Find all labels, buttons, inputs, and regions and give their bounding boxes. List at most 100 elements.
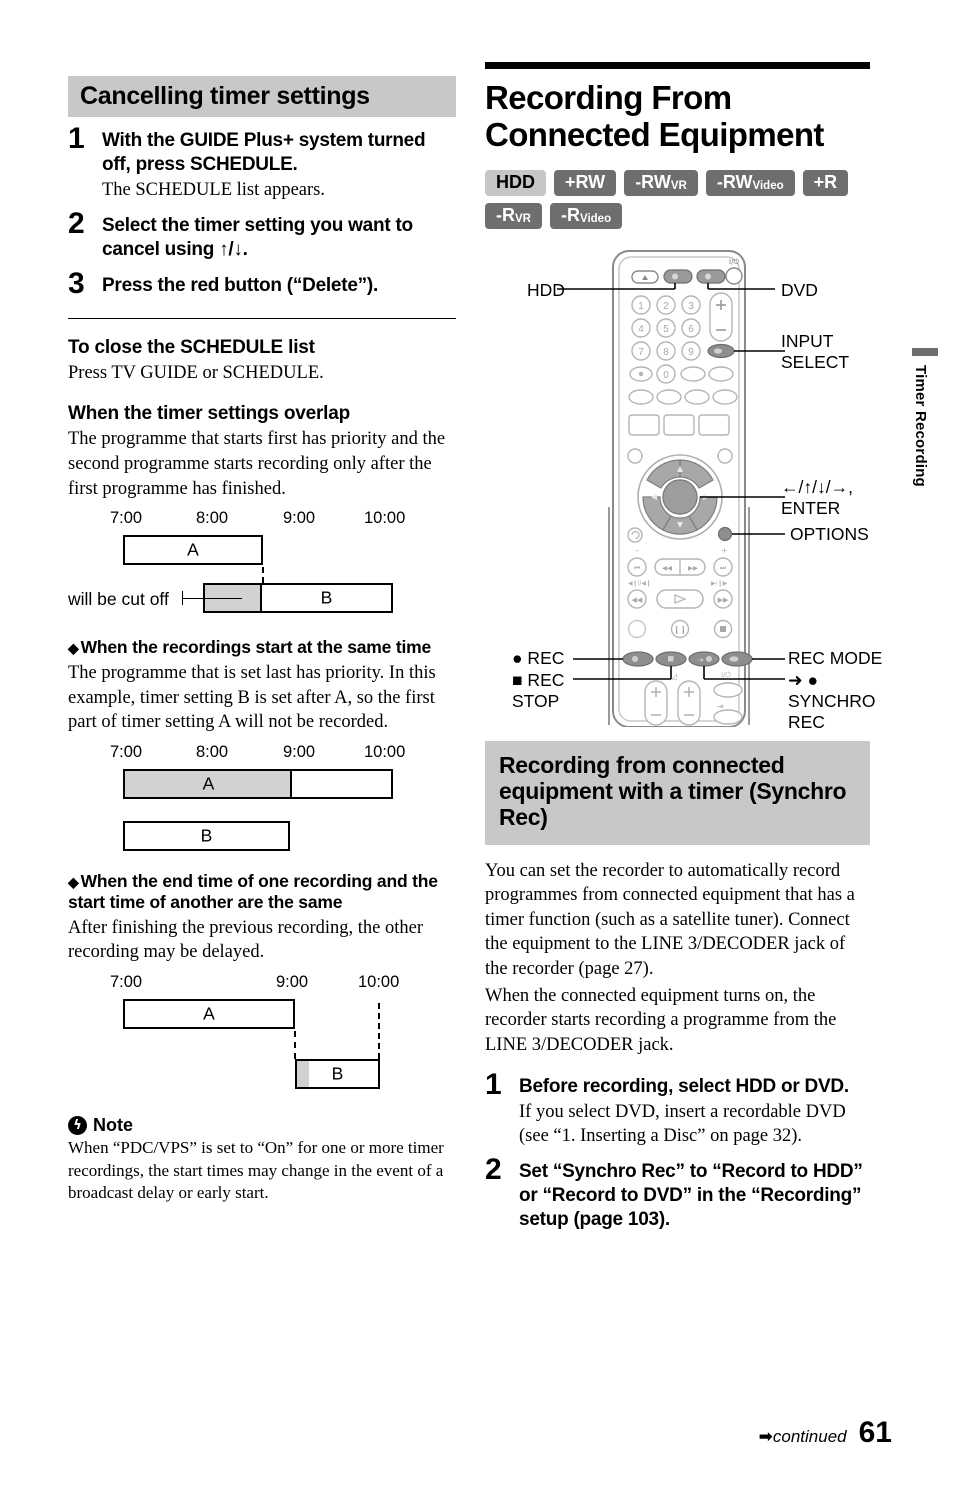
svg-text:◀◀: ◀◀ <box>662 564 672 572</box>
timeline-labels: 7:00 8:00 9:00 10:00 <box>68 509 456 531</box>
diagram-overlap: 7:00 8:00 9:00 10:00 A B will be cut off <box>68 509 456 621</box>
svg-text:▶▶: ▶▶ <box>718 596 729 604</box>
synchro-body-2: When the connected equipment turns on, t… <box>485 985 837 1055</box>
step-number: 1 <box>68 122 85 155</box>
dashed-connector <box>378 1003 380 1060</box>
step-heading: Select the timer setting you want to can… <box>102 214 413 260</box>
svg-text:4: 4 <box>638 324 644 335</box>
callout-dvd: DVD <box>781 280 818 301</box>
timer-bar-b: B <box>295 1059 380 1090</box>
tick-label: 8:00 <box>196 509 229 528</box>
dashed-connector <box>262 567 264 584</box>
step-item: 2 Select the timer setting you want to c… <box>68 206 456 262</box>
svg-text:0: 0 <box>663 370 669 381</box>
callout-rec-mode: REC MODE <box>788 648 883 669</box>
callout-options: OPTIONS <box>790 524 869 545</box>
timer-bar-a: A <box>123 768 393 799</box>
step-item: 2 Set “Synchro Rec” to “Record to HDD” o… <box>485 1153 870 1232</box>
tick-label: 9:00 <box>283 742 316 761</box>
same-end-body: After finishing the previous recording, … <box>68 917 423 963</box>
tick-label: 7:00 <box>110 973 143 992</box>
badge-minus-r-video: -RVideo <box>549 203 623 230</box>
svg-text:+: + <box>721 546 728 555</box>
title-rule <box>485 62 870 69</box>
callout-input-select: INPUT SELECT <box>781 331 850 373</box>
svg-text:5: 5 <box>663 324 669 335</box>
svg-text:◀❙I/◀❙: ◀❙I/◀❙ <box>628 580 651 587</box>
close-schedule-body: Press TV GUIDE or SCHEDULE. <box>68 362 324 383</box>
svg-text:❙❙: ❙❙ <box>673 625 686 634</box>
bar-label: B <box>320 587 333 608</box>
bar-label: B <box>331 1063 344 1084</box>
diamond-bullet-icon: ◆ <box>68 873 79 890</box>
timer-bar-a: A <box>123 999 295 1030</box>
timer-bar-a: A <box>123 535 263 566</box>
page-number: 61 <box>858 1416 892 1449</box>
badge-plus-r: +R <box>802 169 849 196</box>
badge-minus-rw-video: -RWVideo <box>705 169 795 196</box>
note-icon: ϟ <box>68 1116 87 1136</box>
step-number: 2 <box>68 206 85 240</box>
tick-label: 10:00 <box>364 509 406 528</box>
badge-minus-r-vr: -RVR <box>485 203 542 230</box>
side-tab-timer-recording: Timer Recording <box>912 348 938 487</box>
svg-text:9: 9 <box>688 347 694 358</box>
tick-label: 7:00 <box>110 509 143 528</box>
svg-text:6: 6 <box>688 324 694 335</box>
tick-label: 9:00 <box>276 973 309 992</box>
same-start-heading: ◆ When the recordings start at the same t… <box>68 637 432 658</box>
callout-rec-stop: ■ REC STOP <box>512 670 565 712</box>
note-body: When “PDC/VPS” is set to “On” for one or… <box>68 1138 444 1202</box>
diamond-bullet-icon: ◆ <box>68 640 79 657</box>
same-start-body: The programme that is set last has prior… <box>68 663 436 733</box>
note-heading: ϟ Note <box>68 1115 456 1136</box>
svg-text:1: 1 <box>638 301 644 312</box>
svg-text:◀◀: ◀◀ <box>632 596 643 604</box>
svg-text:▶/❙▶: ▶/❙▶ <box>711 580 728 587</box>
step-heading: Set “Synchro Rec” to “Record to HDD” or … <box>519 1161 863 1231</box>
timer-bar-b: B <box>123 820 290 851</box>
step-heading: With the GUIDE Plus+ system turned off, … <box>102 130 426 175</box>
close-schedule-heading: To close the SCHEDULE list <box>68 336 315 358</box>
svg-text:⏮: ⏮ <box>634 564 640 572</box>
bar-label: A <box>203 1003 215 1024</box>
step-number: 3 <box>68 266 85 300</box>
svg-text:⏭: ⏭ <box>720 564 727 572</box>
diagram-same-end: 7:00 9:00 10:00 A B <box>68 973 456 1093</box>
step-heading: Before recording, select HDD or DVD. <box>519 1076 849 1098</box>
step-subtext: The SCHEDULE list appears. <box>102 179 325 200</box>
svg-text:▶▶: ▶▶ <box>688 564 698 572</box>
bar-label: A <box>202 773 215 794</box>
diagram-same-start: 7:00 8:00 9:00 10:00 A B <box>68 743 456 855</box>
badge-row: -RVR -RVideo <box>485 203 870 230</box>
continued-indicator: ➡continued <box>758 1427 847 1447</box>
step-heading: Press the red button (“Delete”). <box>102 274 378 296</box>
svg-text:2: 2 <box>663 301 669 312</box>
timeline-labels: 7:00 8:00 9:00 10:00 <box>68 743 456 765</box>
svg-text:I/⏻: I/⏻ <box>729 258 739 266</box>
bar-label: A <box>187 539 199 560</box>
svg-text:➜: ➜ <box>698 656 704 664</box>
synchro-body-1: You can set the recorder to automaticall… <box>485 860 855 980</box>
remote-control-diagram: I/⏻ 123 456 789 0 – + ⏮ ⏭ ◀◀ ▶▶ ◀❙I/◀❙ ▶… <box>485 247 882 732</box>
step-item: 3 Press the red button (“Delete”). <box>68 266 456 300</box>
note-label: Note <box>93 1115 133 1136</box>
disc-format-badges: HDD +RW -RWVR -RWVideo +R -RVR -RVideo <box>485 169 870 230</box>
step-item: 1 With the GUIDE Plus+ system turned off… <box>68 122 456 202</box>
callout-synchro-rec: ➜ ● SYNCHRO REC <box>788 670 876 733</box>
side-tab-bar <box>912 348 938 356</box>
callout-rec: ● REC <box>512 648 565 669</box>
badge-plus-rw: +RW <box>554 169 617 196</box>
step-number: 1 <box>485 1068 502 1102</box>
timeline-labels: 7:00 9:00 10:00 <box>68 973 456 995</box>
left-column: Cancelling timer settings 1 With the GUI… <box>68 76 456 1204</box>
step-number: 2 <box>485 1153 502 1187</box>
tick-label: 10:00 <box>358 973 400 992</box>
svg-text:–: – <box>635 546 639 555</box>
svg-text:⇥: ⇥ <box>717 702 724 711</box>
badge-row: HDD +RW -RWVR -RWVideo +R <box>485 169 870 196</box>
tick-label: 9:00 <box>283 509 316 528</box>
page-footer: ➡continued 61 <box>759 1416 892 1450</box>
tick-label: 8:00 <box>196 742 229 761</box>
cut-off-leader <box>182 598 242 600</box>
